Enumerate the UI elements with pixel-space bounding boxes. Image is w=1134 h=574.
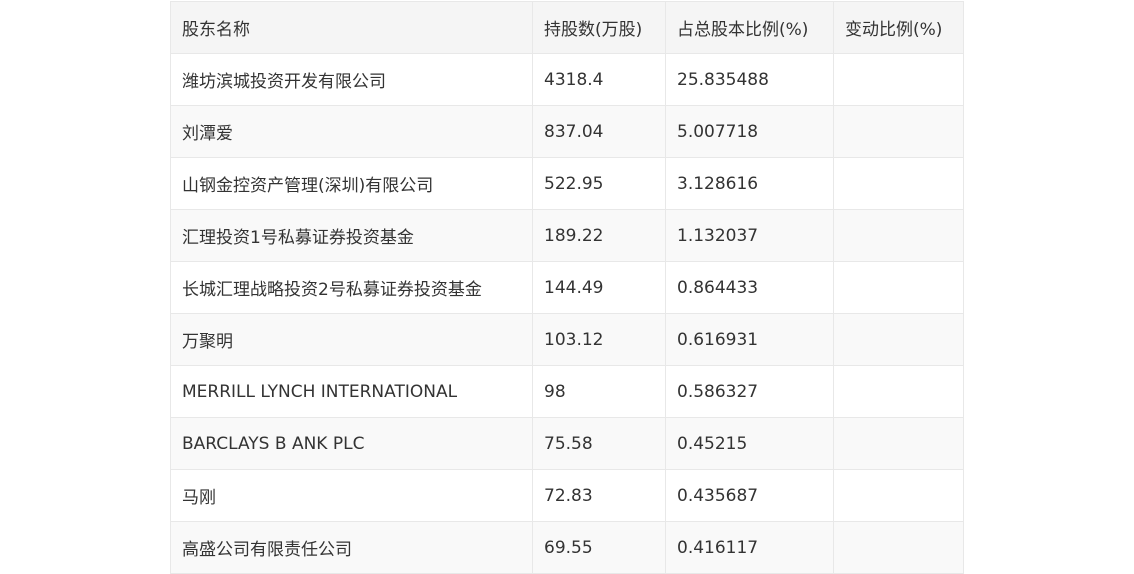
shares-held-cell: 72.83 bbox=[532, 469, 666, 522]
table-row: 万聚明 103.12 0.616931 bbox=[170, 313, 964, 366]
shares-held-cell: 4318.4 bbox=[532, 53, 666, 106]
shareholder-name-cell: MERRILL LYNCH INTERNATIONAL bbox=[170, 365, 533, 418]
change-ratio-cell bbox=[833, 417, 964, 470]
header-shares-held: 持股数(万股) bbox=[532, 1, 666, 54]
share-ratio-cell: 3.128616 bbox=[665, 157, 834, 210]
table-row: 山钢金控资产管理(深圳)有限公司 522.95 3.128616 bbox=[170, 157, 964, 210]
change-ratio-cell bbox=[833, 313, 964, 366]
table-row: 汇理投资1号私募证券投资基金 189.22 1.132037 bbox=[170, 209, 964, 262]
shares-held-cell: 144.49 bbox=[532, 261, 666, 314]
change-ratio-cell bbox=[833, 521, 964, 574]
shareholder-table-container: 股东名称 持股数(万股) 占总股本比例(%) 变动比例(%) 潍坊滨城投资开发有… bbox=[170, 1, 964, 574]
change-ratio-cell bbox=[833, 469, 964, 522]
change-ratio-cell bbox=[833, 209, 964, 262]
share-ratio-cell: 0.416117 bbox=[665, 521, 834, 574]
shareholder-name-cell: 马刚 bbox=[170, 469, 533, 522]
shares-held-cell: 837.04 bbox=[532, 105, 666, 158]
share-ratio-cell: 0.45215 bbox=[665, 417, 834, 470]
change-ratio-cell bbox=[833, 365, 964, 418]
shares-held-cell: 189.22 bbox=[532, 209, 666, 262]
shareholder-name-cell: 长城汇理战略投资2号私募证券投资基金 bbox=[170, 261, 533, 314]
share-ratio-cell: 0.616931 bbox=[665, 313, 834, 366]
table-row: BARCLAYS B ANK PLC 75.58 0.45215 bbox=[170, 417, 964, 470]
share-ratio-cell: 5.007718 bbox=[665, 105, 834, 158]
shareholder-name-cell: 万聚明 bbox=[170, 313, 533, 366]
shares-held-cell: 522.95 bbox=[532, 157, 666, 210]
shareholder-table: 股东名称 持股数(万股) 占总股本比例(%) 变动比例(%) 潍坊滨城投资开发有… bbox=[170, 1, 964, 574]
table-row: 高盛公司有限责任公司 69.55 0.416117 bbox=[170, 521, 964, 574]
table-row: 刘潭爱 837.04 5.007718 bbox=[170, 105, 964, 158]
table-header-row: 股东名称 持股数(万股) 占总股本比例(%) 变动比例(%) bbox=[170, 1, 964, 54]
shareholder-name-cell: 汇理投资1号私募证券投资基金 bbox=[170, 209, 533, 262]
share-ratio-cell: 0.586327 bbox=[665, 365, 834, 418]
share-ratio-cell: 25.835488 bbox=[665, 53, 834, 106]
share-ratio-cell: 0.435687 bbox=[665, 469, 834, 522]
header-change-ratio: 变动比例(%) bbox=[833, 1, 964, 54]
share-ratio-cell: 0.864433 bbox=[665, 261, 834, 314]
table-row: 长城汇理战略投资2号私募证券投资基金 144.49 0.864433 bbox=[170, 261, 964, 314]
shares-held-cell: 103.12 bbox=[532, 313, 666, 366]
shareholder-name-cell: 潍坊滨城投资开发有限公司 bbox=[170, 53, 533, 106]
header-share-ratio: 占总股本比例(%) bbox=[665, 1, 834, 54]
table-row: 潍坊滨城投资开发有限公司 4318.4 25.835488 bbox=[170, 53, 964, 106]
shareholder-name-cell: 高盛公司有限责任公司 bbox=[170, 521, 533, 574]
shareholder-name-cell: 山钢金控资产管理(深圳)有限公司 bbox=[170, 157, 533, 210]
table-row: MERRILL LYNCH INTERNATIONAL 98 0.586327 bbox=[170, 365, 964, 418]
change-ratio-cell bbox=[833, 105, 964, 158]
change-ratio-cell bbox=[833, 53, 964, 106]
shares-held-cell: 75.58 bbox=[532, 417, 666, 470]
shareholder-name-cell: 刘潭爱 bbox=[170, 105, 533, 158]
header-shareholder-name: 股东名称 bbox=[170, 1, 533, 54]
shareholder-name-cell: BARCLAYS B ANK PLC bbox=[170, 417, 533, 470]
share-ratio-cell: 1.132037 bbox=[665, 209, 834, 262]
change-ratio-cell bbox=[833, 261, 964, 314]
shares-held-cell: 69.55 bbox=[532, 521, 666, 574]
shares-held-cell: 98 bbox=[532, 365, 666, 418]
table-row: 马刚 72.83 0.435687 bbox=[170, 469, 964, 522]
change-ratio-cell bbox=[833, 157, 964, 210]
